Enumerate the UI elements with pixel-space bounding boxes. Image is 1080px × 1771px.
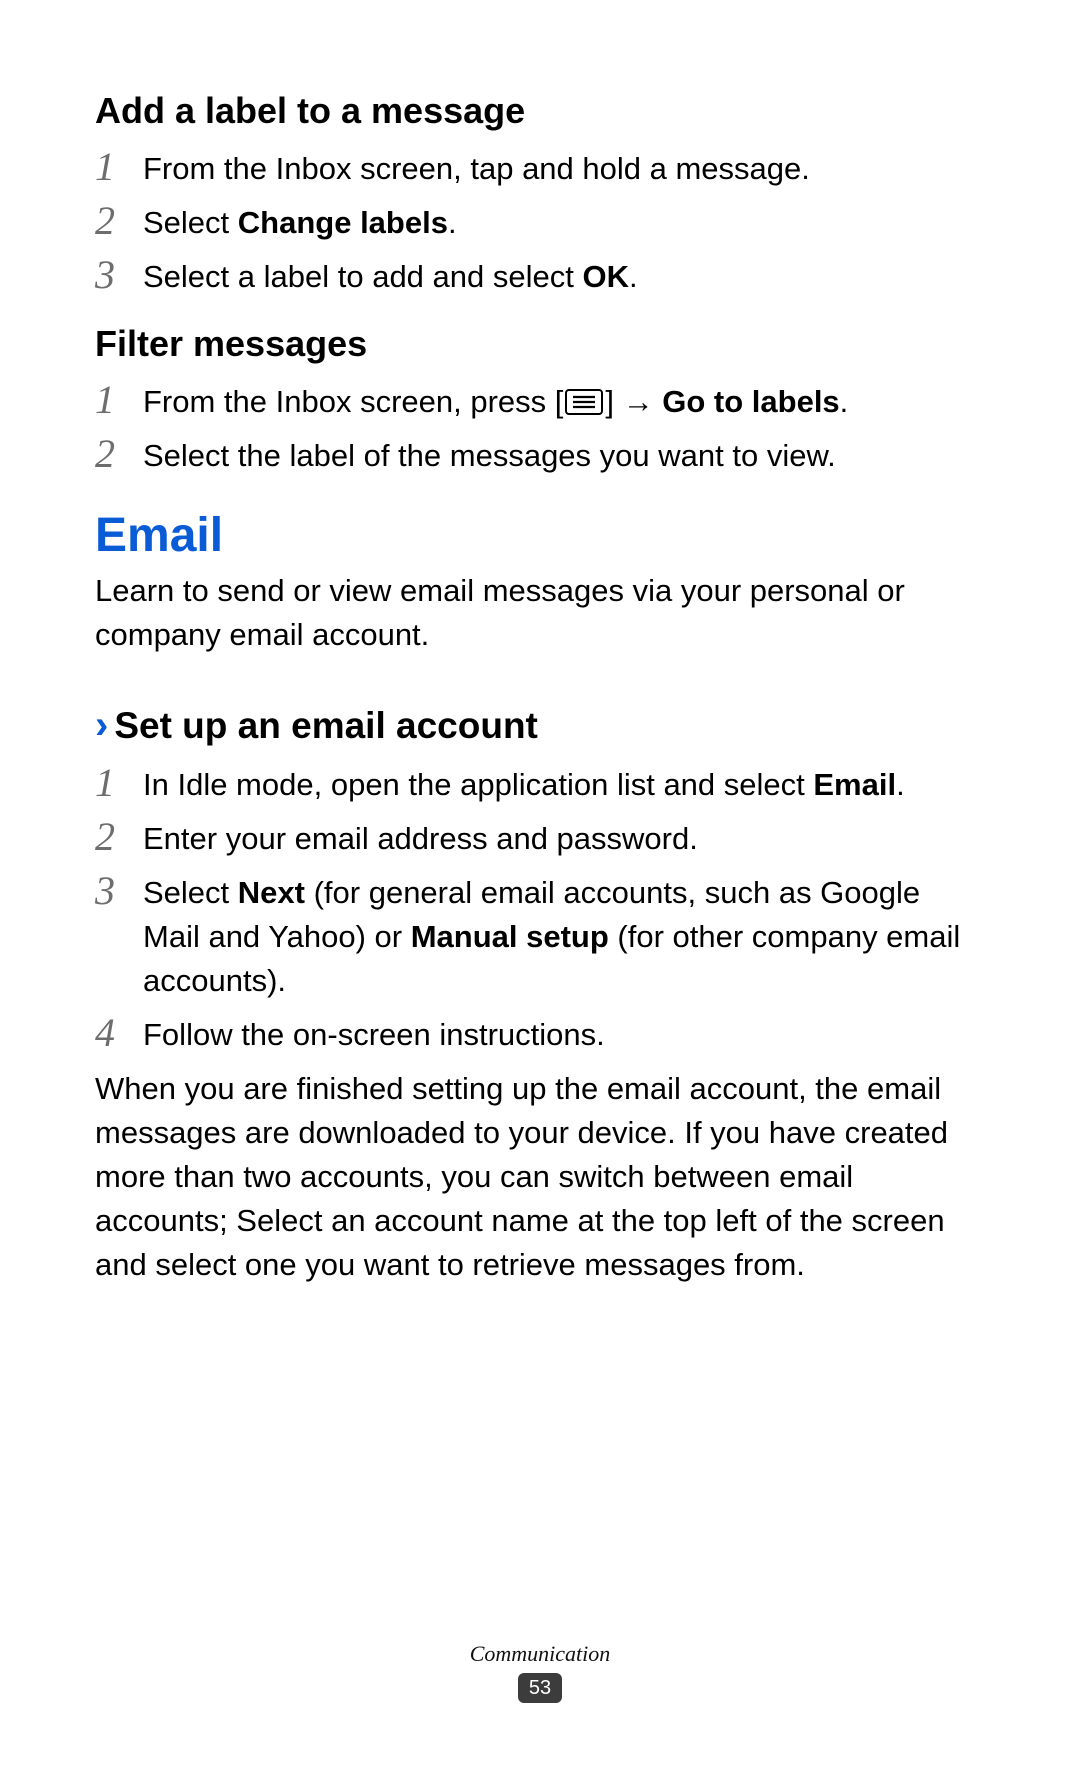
heading-email: Email — [95, 508, 985, 563]
step-text: Enter your email address and password. — [143, 813, 985, 861]
steps-add-label: 1 From the Inbox screen, tap and hold a … — [95, 143, 985, 299]
page-footer: Communication 53 — [0, 1641, 1080, 1703]
step-text: Select Change labels. — [143, 197, 985, 245]
step-text: From the Inbox screen, tap and hold a me… — [143, 143, 985, 191]
steps-filter-messages: 1 From the Inbox screen, press [] → Go t… — [95, 376, 985, 478]
step-text: Select the label of the messages you wan… — [143, 430, 985, 478]
step-text: In Idle mode, open the application list … — [143, 759, 985, 807]
step-number: 3 — [95, 251, 143, 297]
list-item: 3 Select Next (for general email account… — [95, 867, 985, 1003]
heading-setup-account-text: Set up an email account — [114, 705, 538, 747]
page-number-badge: 53 — [518, 1673, 562, 1703]
step-number: 1 — [95, 759, 143, 805]
step-number: 2 — [95, 197, 143, 243]
heading-add-label: Add a label to a message — [95, 88, 985, 133]
step-text: Follow the on-screen instructions. — [143, 1009, 985, 1057]
list-item: 2 Select Change labels. — [95, 197, 985, 245]
setup-account-after: When you are finished setting up the ema… — [95, 1067, 985, 1287]
step-text: Select Next (for general email accounts,… — [143, 867, 985, 1003]
step-number: 1 — [95, 376, 143, 422]
step-text: From the Inbox screen, press [] → Go to … — [143, 376, 985, 424]
email-intro: Learn to send or view email messages via… — [95, 569, 985, 657]
step-number: 1 — [95, 143, 143, 189]
step-number: 3 — [95, 867, 143, 913]
list-item: 1 In Idle mode, open the application lis… — [95, 759, 985, 807]
heading-setup-account: › Set up an email account — [95, 705, 985, 747]
list-item: 1 From the Inbox screen, press [] → Go t… — [95, 376, 985, 424]
manual-page: Add a label to a message 1 From the Inbo… — [0, 0, 1080, 1771]
step-number: 4 — [95, 1009, 143, 1055]
list-item: 4 Follow the on-screen instructions. — [95, 1009, 985, 1057]
list-item: 3 Select a label to add and select OK. — [95, 251, 985, 299]
list-item: 2 Select the label of the messages you w… — [95, 430, 985, 478]
step-number: 2 — [95, 813, 143, 859]
steps-setup-account: 1 In Idle mode, open the application lis… — [95, 759, 985, 1057]
menu-icon — [565, 389, 603, 415]
footer-category: Communication — [0, 1641, 1080, 1667]
list-item: 1 From the Inbox screen, tap and hold a … — [95, 143, 985, 191]
chevron-right-icon: › — [95, 705, 108, 745]
step-number: 2 — [95, 430, 143, 476]
list-item: 2 Enter your email address and password. — [95, 813, 985, 861]
step-text: Select a label to add and select OK. — [143, 251, 985, 299]
heading-filter-messages: Filter messages — [95, 321, 985, 366]
